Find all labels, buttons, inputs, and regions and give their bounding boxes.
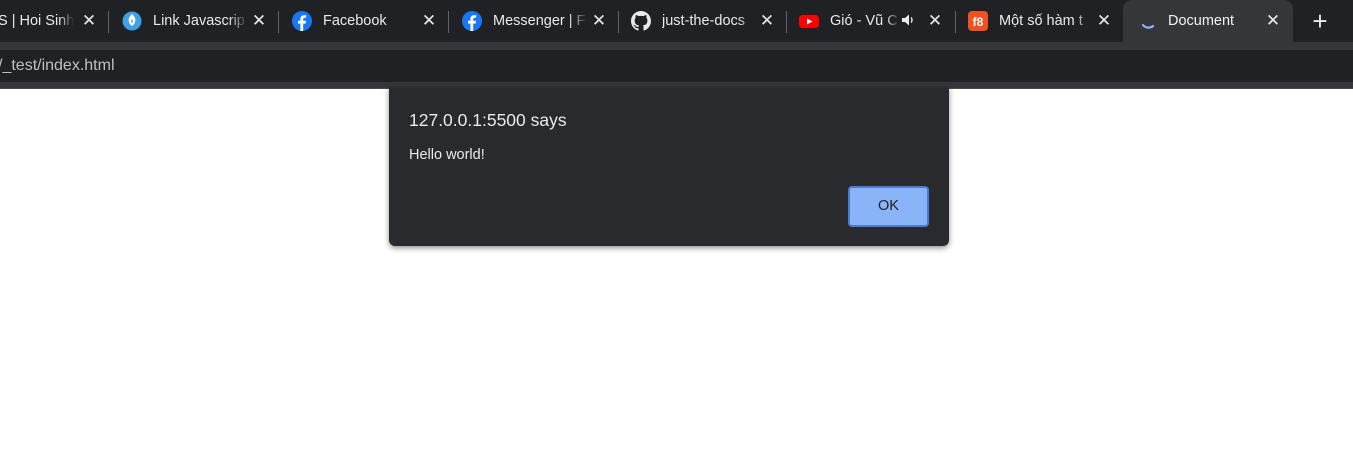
facebook-icon [462,11,482,31]
tab-messenger[interactable]: Messenger | F ✕ [450,0,618,42]
tab-mot-so-ham[interactable]: f8 Một số hàm t ✕ [957,0,1123,42]
close-icon[interactable]: ✕ [419,11,439,31]
tab-divider [955,11,956,33]
facebook-icon [292,11,312,31]
svg-text:f8: f8 [973,15,984,29]
tab-hoi-sinh[interactable]: S | Hoi Sinh ✕ [0,0,104,42]
tab-link-javascript[interactable]: Link Javascrip ✕ [110,0,278,42]
close-icon[interactable]: ✕ [925,11,945,31]
tab-divider [618,11,619,33]
tab-document[interactable]: Document ✕ [1123,0,1293,42]
dialog-title: 127.0.0.1:5500 says [409,110,567,130]
loading-spinner-icon [1139,11,1159,31]
tab-label: Messenger | F [493,13,586,29]
tab-label: Facebook [323,13,387,29]
tab-label: Gió - Vũ C [830,13,898,29]
speaker-icon[interactable] [900,12,916,28]
address-bar[interactable] [0,50,1353,82]
alert-dialog: 127.0.0.1:5500 says Hello world! OK [389,87,949,246]
tab-gio-vu[interactable]: Gió - Vũ C ✕ [788,0,954,42]
close-icon[interactable]: ✕ [589,11,609,31]
tab-label: Link Javascrip [153,13,245,29]
blue-fire-icon [122,11,142,31]
tab-label: Document [1168,13,1235,29]
address-bar-url[interactable]: /_test/index.html [0,56,115,76]
github-icon [631,11,651,31]
tab-divider [278,11,279,33]
youtube-icon [799,11,819,31]
tab-divider [108,11,109,33]
tab-divider [786,11,787,33]
close-icon[interactable]: ✕ [1094,11,1114,31]
close-icon[interactable]: ✕ [757,11,777,31]
ok-button[interactable]: OK [848,186,929,227]
tab-label: Một số hàm t [999,13,1083,29]
close-icon[interactable]: ✕ [249,11,269,31]
tab-facebook[interactable]: Facebook ✕ [280,0,448,42]
tab-label: S | Hoi Sinh [0,13,74,29]
f8-icon: f8 [968,11,988,31]
close-icon[interactable]: ✕ [1263,11,1283,31]
tab-just-the-docs[interactable]: just-the-docs ✕ [620,0,786,42]
new-tab-button[interactable]: + [1307,8,1333,35]
close-icon[interactable]: ✕ [79,11,99,31]
tab-label: just-the-docs [662,13,746,29]
tab-strip: S | Hoi Sinh ✕ Link Javascrip ✕ Facebook… [0,0,1353,42]
tab-divider [448,11,449,33]
dialog-message: Hello world! [409,147,485,163]
